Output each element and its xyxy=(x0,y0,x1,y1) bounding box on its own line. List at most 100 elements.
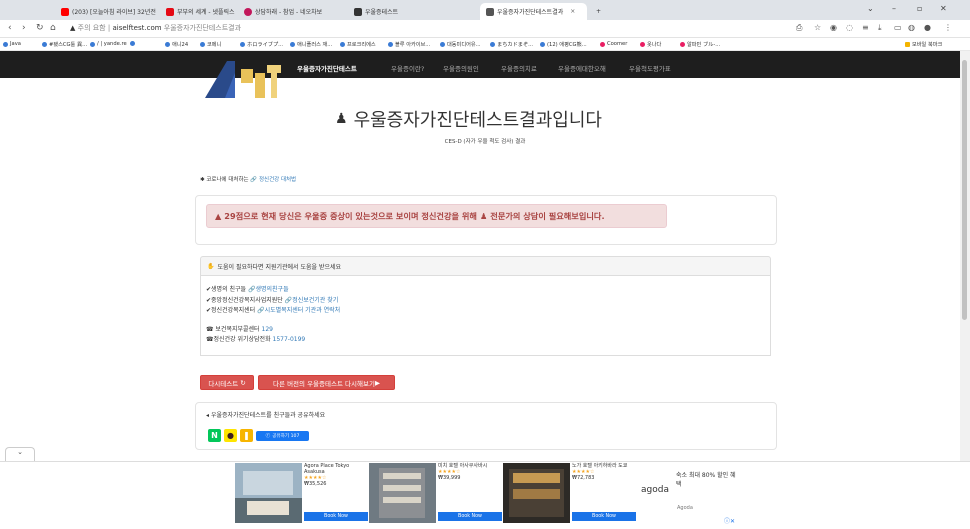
user-doctor-icon: ♟ xyxy=(479,211,488,221)
extension-icon[interactable]: ◌ xyxy=(846,23,853,32)
facebook-icon: ⓕ xyxy=(265,434,271,439)
kakao-share-button[interactable]: ● xyxy=(224,429,237,442)
phone-number-link[interactable]: 129 xyxy=(262,326,273,333)
url-field[interactable]: ▲ 주의 요함 | aiselftest.com 우울증자가진단테스트결과 xyxy=(70,23,241,33)
share-icon: ◂ xyxy=(206,412,210,419)
bookmark-item[interactable]: ホロライブプ... xyxy=(240,41,283,48)
scrollbar-thumb[interactable] xyxy=(962,60,967,320)
help-item: ✔생명의 친구들 🔗생명의친구들 xyxy=(206,284,289,293)
bookmark-icon xyxy=(540,42,545,47)
agoda-logo[interactable]: agoda xyxy=(641,485,669,495)
browser-tab-strip: (203) [오늘아침 라이브] 32년전 부부의 세계 - 넷플릭스 상담하래… xyxy=(0,0,970,20)
back-icon[interactable]: ‹ xyxy=(8,23,12,33)
bookmark-item[interactable]: 알파민 ブル-... xyxy=(680,41,720,48)
site-icon xyxy=(244,7,252,16)
menu-icon[interactable]: ⋮ xyxy=(944,23,952,32)
bookmark-item[interactable]: (12) 애평CG熊... xyxy=(540,41,587,48)
bookmark-label: 애니24 xyxy=(172,42,189,48)
book-now-button[interactable]: Book Now xyxy=(304,512,368,521)
browser-tab[interactable]: (203) [오늘아침 라이브] 32년전 xyxy=(55,3,160,20)
result-alert: ▲ 29점으로 현재 당신은 우울증 증상이 있는것으로 보이며 정신건강을 위… xyxy=(206,204,667,228)
bookmark-icon xyxy=(440,42,445,47)
profile-icon[interactable]: ◍ xyxy=(908,23,915,32)
url-security-label: 주의 요함 xyxy=(77,24,106,32)
ad-card[interactable]: 노가 호텔 아키하바라 도쿄 ★★★★☆ ₩72,783 Book Now xyxy=(503,463,636,523)
download-icon[interactable]: ⤓ xyxy=(878,23,882,33)
restore-icon[interactable]: ▫ xyxy=(917,4,922,13)
user-doctor-icon: ♟ xyxy=(335,111,348,127)
help-item-link[interactable]: 생명의친구들 xyxy=(255,286,288,293)
agoda-brand-text: agoda xyxy=(641,485,669,495)
facebook-share-button[interactable]: ⓕ 공유하기 107 xyxy=(256,431,309,441)
bookmark-item[interactable]: 블루 아카이브... xyxy=(388,41,430,48)
share-text: ◂ 우울증자가진단테스트를 친구들과 공유하세요 xyxy=(206,410,325,419)
help-item-label: 중앙정신건강복지사업지원단 xyxy=(211,297,283,304)
help-item: ✔중앙정신건강복지사업지원단 🔗정신보건기관 찾기 xyxy=(206,295,338,304)
nav-self-test[interactable]: 우울증자가진단테스트 xyxy=(297,63,357,73)
bookmark-item[interactable]: Java xyxy=(3,41,21,47)
nav-treatment[interactable]: 우울증의치료 xyxy=(501,63,537,73)
new-tab-button[interactable]: + xyxy=(590,3,607,20)
reading-list-icon[interactable]: ≡ xyxy=(862,23,869,32)
sidepanel-icon[interactable]: ▭ xyxy=(894,23,902,32)
install-icon[interactable]: ⎙ xyxy=(796,23,802,33)
site-logo[interactable] xyxy=(205,61,281,98)
ad-collapse-button[interactable]: ⌄ xyxy=(5,447,35,461)
reload-icon[interactable]: ↻ xyxy=(36,23,44,33)
browser-tab[interactable]: 상담하래 - 참업 - 네오차보 xyxy=(238,3,348,20)
bookmarks-bar: Java #됐스CG툴 異... / | yande.re 애니24 코메니 ホロライブプ… xyxy=(0,38,970,51)
nav-what-is-depression[interactable]: 우울증이란? xyxy=(391,63,424,73)
close-window-icon[interactable]: ✕ xyxy=(940,4,947,13)
nav-scale[interactable]: 우울척도평가표 xyxy=(629,63,671,73)
book-now-button[interactable]: Book Now xyxy=(572,512,636,521)
nav-misconceptions[interactable]: 우울증에대한오해 xyxy=(558,63,606,73)
ad-card[interactable]: 미치 호텔 아사쿠사바시 ★★★★☆ ₩39,999 Book Now xyxy=(369,463,502,523)
url-domain: aiselftest.com xyxy=(112,24,162,32)
adchoices-icon[interactable]: ⓘ✕ xyxy=(724,516,735,525)
bookmark-item[interactable] xyxy=(130,41,137,46)
book-now-button[interactable]: Book Now xyxy=(438,512,502,521)
minimize-icon[interactable]: – xyxy=(892,4,896,13)
bookmark-item[interactable]: 애니플러스 재... xyxy=(290,41,332,48)
mental-health-link[interactable]: 정신건강 대처법 xyxy=(259,177,296,183)
nav-causes[interactable]: 우울증의원인 xyxy=(443,63,479,73)
phone-number-link[interactable]: 1577-0199 xyxy=(273,336,306,343)
mobile-bookmarks-folder[interactable]: 모바일 북마크 xyxy=(905,41,942,48)
browser-tab-active[interactable]: 우울증자가진단테스트결과 × xyxy=(480,3,587,20)
home-icon[interactable]: ⌂ xyxy=(50,23,56,33)
netflix-icon xyxy=(166,7,174,16)
bookmark-item[interactable]: Coomer xyxy=(600,41,627,47)
extension-icon[interactable]: ◉ xyxy=(830,23,837,32)
other-version-button[interactable]: 다른 버전의 우울증테스트 다시해보기 ▶ xyxy=(258,375,395,390)
forward-icon[interactable]: › xyxy=(22,23,26,33)
bookmark-item[interactable]: まちカドまぞ... xyxy=(490,41,533,48)
bookmark-item[interactable]: 코메니 xyxy=(200,41,221,48)
phone-label: 정신건강 위기상담전화 xyxy=(213,336,271,343)
ad-card[interactable]: Agora Place Tokyo Asakusa ★★★★☆ ₩35,526 … xyxy=(235,463,368,523)
naver-share-button[interactable]: N xyxy=(208,429,221,442)
help-item-link[interactable]: 시도별복지센터 기관과 연락처 xyxy=(265,307,341,314)
hands-helping-icon: ✋ xyxy=(207,262,215,270)
other-version-button-label: 다른 버전의 우울증테스트 다시해보기 xyxy=(273,379,375,388)
page-subtitle: CES-D (자가 우울 척도 검사) 결과 xyxy=(444,139,526,145)
bookmark-item[interactable]: 옷나다 xyxy=(640,41,661,48)
tab-search-icon[interactable]: ⌄ xyxy=(867,4,874,13)
ad-price: ₩72,783 xyxy=(572,475,595,481)
bookmark-item[interactable]: #됐스CG툴 異... xyxy=(42,41,87,48)
close-icon[interactable]: × xyxy=(570,8,575,15)
ad-price: ₩35,526 xyxy=(304,481,327,487)
retest-button[interactable]: 다시테스트 ↻ xyxy=(200,375,254,390)
bookmark-item[interactable]: / | yande.re xyxy=(90,41,127,47)
bookmark-item[interactable]: 대동미디어유... xyxy=(440,41,481,48)
bookmark-item[interactable]: 애니24 xyxy=(165,41,188,48)
tab-title: (203) [오늘아침 라이브] 32년전 xyxy=(72,9,156,16)
bookmark-item[interactable]: 프로크리에스 xyxy=(340,41,376,48)
star-icon[interactable]: ☆ xyxy=(814,23,821,32)
avatar[interactable]: ● xyxy=(924,23,931,32)
browser-tab[interactable]: 우울증테스트 xyxy=(348,3,448,20)
warning-icon: ▲ xyxy=(215,211,222,221)
kakaostory-share-button[interactable]: ❚ xyxy=(240,429,253,442)
agoda-caption: Agoda xyxy=(677,505,693,511)
covid-note: ✱ 코로나에 대처하는 🔗 정신건강 대처법 xyxy=(200,175,296,183)
help-item-link[interactable]: 정신보건기관 찾기 xyxy=(292,297,338,304)
